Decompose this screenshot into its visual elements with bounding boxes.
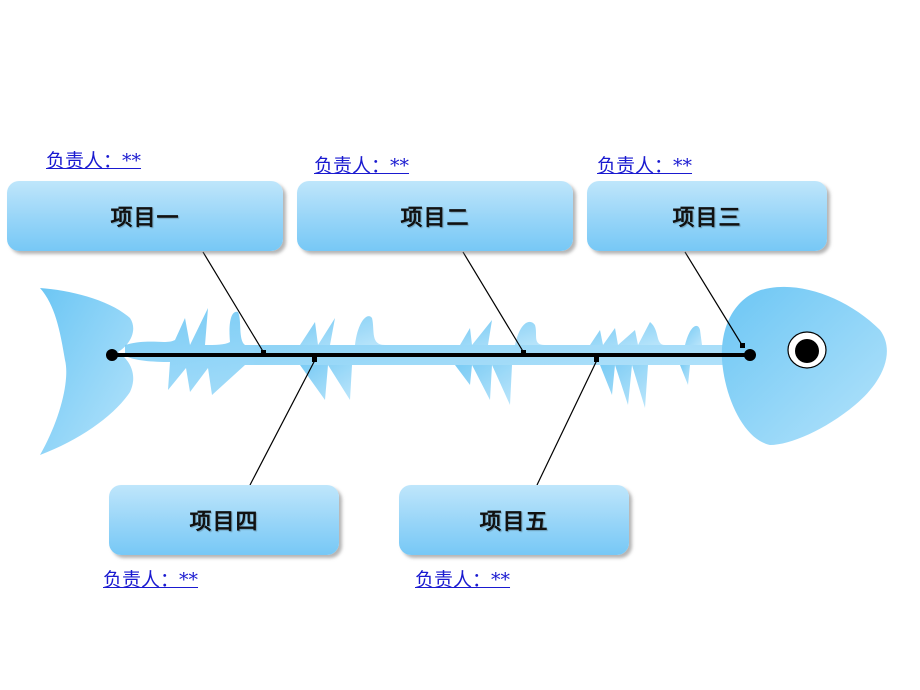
item-box-4[interactable]: 项目四 [109,485,339,555]
owner-link-5[interactable]: 负责人：** [415,565,510,592]
fish-pupil [795,339,819,363]
spine-tail-dot [106,349,118,361]
owner-link-3[interactable]: 负责人：** [597,151,692,178]
item-box-5[interactable]: 项目五 [399,485,629,555]
item-label-3: 项目三 [672,206,742,231]
item-box-2[interactable]: 项目二 [297,181,573,251]
owner-link-4[interactable]: 负责人：** [103,565,198,592]
connector-4 [249,359,316,486]
item-box-1[interactable]: 项目一 [7,181,283,251]
fish-tail [40,288,134,455]
fish-bones [125,308,730,408]
connector-5 [536,359,598,486]
item-label-1: 项目一 [110,206,180,231]
owner-link-2[interactable]: 负责人：** [314,151,409,178]
item-label-4: 项目四 [189,510,259,535]
connectors [202,251,743,486]
owner-link-1[interactable]: 负责人：** [46,146,141,173]
item-label-5: 项目五 [479,510,549,535]
connector-2 [462,251,525,354]
item-label-2: 项目二 [400,206,470,231]
item-box-3[interactable]: 项目三 [587,181,827,251]
spine-head-dot [744,349,756,361]
